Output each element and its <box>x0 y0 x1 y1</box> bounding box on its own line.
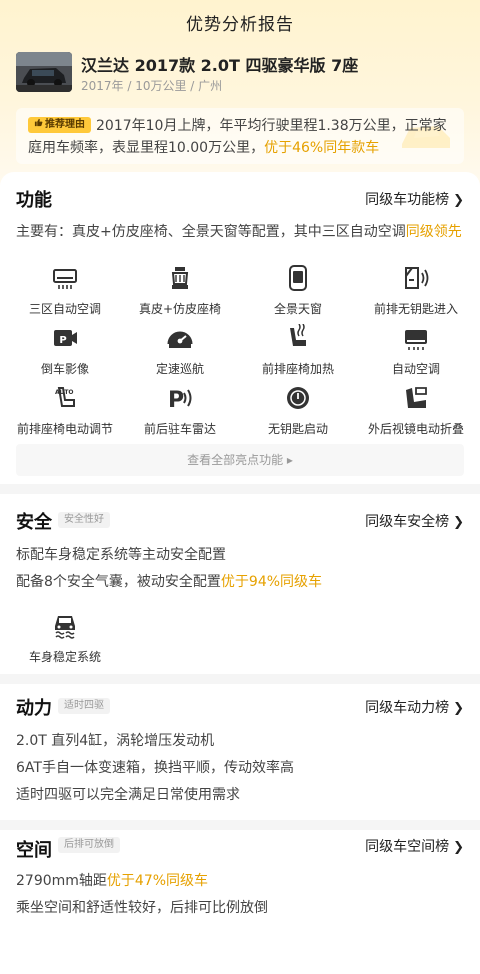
power-line-2: 6AT手自一体变速箱，换挡平顺，传动效率高 <box>16 760 294 776</box>
feature-item[interactable]: 外后视镜电动折叠 <box>356 384 476 437</box>
safety-feature-item[interactable]: 车身稳定系统 <box>5 612 125 665</box>
features-summary: 主要有：真皮+仿皮座椅、全景天窗等配置，其中三区自动空调同级领先 <box>16 221 462 241</box>
feature-label: 自动空调 <box>391 362 440 376</box>
section-divider <box>0 820 480 830</box>
features-summary-highlight: 同级领先 <box>405 224 462 240</box>
safety-tag: 安全性好 <box>58 512 110 528</box>
features-summary-plain: 主要有：真皮+仿皮座椅、全景天窗等配置，其中三区自动空调 <box>16 224 406 240</box>
feature-label: 前排无钥匙进入 <box>373 302 458 316</box>
safety-line-2-plain: 配备8个安全气囊，被动安全配置 <box>16 574 221 590</box>
keyless-start-icon <box>287 387 309 409</box>
seat-heating-icon <box>290 324 306 346</box>
feature-label: 车身稳定系统 <box>28 650 101 664</box>
section-divider <box>0 674 480 684</box>
feature-label: 前排座椅电动调节 <box>16 422 113 436</box>
reverse-camera-icon: P <box>54 330 77 346</box>
feature-label: 前排座椅加热 <box>261 362 334 376</box>
feature-item[interactable]: P 倒车影像 <box>5 324 125 377</box>
panoramic-sunroof-icon <box>289 265 307 291</box>
space-rank-link[interactable]: 同级车空间榜 ❯ <box>365 836 464 856</box>
parking-radar-icon: P <box>168 388 192 412</box>
power-line-1: 2.0T 直列4缸，涡轮增压发动机 <box>16 733 215 749</box>
view-all-features-button[interactable]: 查看全部亮点功能 ▸ <box>16 444 464 476</box>
feature-item[interactable]: 无钥匙启动 <box>238 384 358 437</box>
keyless-entry-icon <box>405 267 429 289</box>
power-title: 动力 <box>16 698 52 719</box>
space-line-1-plain: 2790mm轴距 <box>16 873 107 889</box>
power-section: 动力 适时四驱 同级车动力榜 ❯ 2.0T 直列4缸，涡轮增压发动机 6AT手自一… <box>0 684 480 820</box>
space-tag: 后排可放倒 <box>58 837 120 853</box>
auto-ac-icon <box>405 330 427 350</box>
chevron-right-icon: ❯ <box>453 701 464 716</box>
car-meta: 2017年 / 10万公里 / 广州 <box>81 79 223 93</box>
car-name: 汉兰达 2017款 2.0T 四驱豪华版 7座 <box>81 56 359 75</box>
safety-line-2: 配备8个安全气囊，被动安全配置优于94%同级车 <box>16 571 322 591</box>
space-line-1-highlight: 优于47%同级车 <box>106 873 209 889</box>
space-title: 空间 <box>16 840 52 861</box>
feature-label: 无钥匙启动 <box>267 422 328 436</box>
features-rank-link[interactable]: 同级车功能榜 ❯ <box>365 189 464 209</box>
recommend-text: 2017年10月上牌，年平均行驶里程1.38万公里，正常家庭用车频率，表显里程1… <box>28 115 458 159</box>
feature-label: 倒车影像 <box>40 362 89 376</box>
feature-item[interactable]: 三区自动空调 <box>5 264 125 317</box>
recommend-text-highlight: 优于46%同年款车 <box>264 140 380 156</box>
section-divider <box>0 484 480 494</box>
leather-seat-icon <box>171 267 189 289</box>
stability-control-icon <box>55 616 75 639</box>
svg-text:P: P <box>59 335 66 346</box>
feature-item[interactable]: 前排无钥匙进入 <box>356 264 476 317</box>
power-rank-label: 同级车动力榜 <box>365 700 450 716</box>
power-rank-link[interactable]: 同级车动力榜 ❯ <box>365 697 464 717</box>
feature-label: 真皮+仿皮座椅 <box>138 302 222 316</box>
feature-item[interactable]: 全景天窗 <box>238 264 358 317</box>
feature-label: 前后驻车雷达 <box>143 422 216 436</box>
features-section: 功能 同级车功能榜 ❯ 主要有：真皮+仿皮座椅、全景天窗等配置，其中三区自动空调同… <box>0 172 480 484</box>
safety-rank-label: 同级车安全榜 <box>365 514 450 530</box>
safety-section: 安全 安全性好 同级车安全榜 ❯ 标配车身稳定系统等主动安全配置 配备8个安全气囊… <box>0 494 480 674</box>
car-thumbnail[interactable] <box>16 52 72 92</box>
feature-item[interactable]: 真皮+仿皮座椅 <box>120 264 240 317</box>
safety-line-1: 标配车身稳定系统等主动安全配置 <box>16 547 226 563</box>
power-tag: 适时四驱 <box>58 698 110 714</box>
feature-item[interactable]: 前排座椅加热 <box>238 324 358 377</box>
power-seat-icon: AUTO <box>55 387 75 407</box>
features-title: 功能 <box>16 190 52 211</box>
hero-header: 优势分析报告 汉兰达 2017款 2.0T 四驱豪华版 7座 2017年 / 1… <box>0 0 480 190</box>
chevron-right-icon: ❯ <box>453 840 464 855</box>
feature-item[interactable]: P 前后驻车雷达 <box>120 384 240 437</box>
recommend-box: 推荐理由 2017年10月上牌，年平均行驶里程1.38万公里，正常家庭用车频率，… <box>16 108 464 164</box>
feature-label: 定速巡航 <box>155 362 204 376</box>
chevron-right-icon: ❯ <box>453 515 464 530</box>
features-rank-label: 同级车功能榜 <box>365 192 450 208</box>
power-line-3: 适时四驱可以完全满足日常使用需求 <box>16 787 240 803</box>
caret-right-icon: ▸ <box>286 453 293 467</box>
svg-text:AUTO: AUTO <box>55 389 74 396</box>
page-title: 优势分析报告 <box>186 15 294 35</box>
space-line-1: 2790mm轴距优于47%同级车 <box>16 870 208 890</box>
feature-label: 全景天窗 <box>273 302 322 316</box>
safety-line-2-highlight: 优于94%同级车 <box>220 574 323 590</box>
mirror-fold-icon <box>406 387 427 408</box>
safety-rank-link[interactable]: 同级车安全榜 ❯ <box>365 511 464 531</box>
feature-item[interactable]: AUTO 前排座椅电动调节 <box>5 384 125 437</box>
svg-text:P: P <box>168 388 184 412</box>
ac-three-zone-icon <box>53 269 77 289</box>
space-section: 空间 后排可放倒 同级车空间榜 ❯ 2790mm轴距优于47%同级车 乘坐空间和舒… <box>0 830 480 974</box>
chevron-right-icon: ❯ <box>453 193 464 208</box>
recommend-text-plain: 2017年10月上牌，年平均行驶里程1.38万公里，正常家庭用车频率，表显里程1… <box>28 118 447 156</box>
safety-title: 安全 <box>16 512 52 533</box>
feature-label: 三区自动空调 <box>28 302 101 316</box>
feature-item[interactable]: 定速巡航 <box>120 324 240 377</box>
feature-label: 外后视镜电动折叠 <box>367 422 464 436</box>
view-all-label: 查看全部亮点功能 <box>187 453 284 467</box>
space-rank-label: 同级车空间榜 <box>365 839 450 855</box>
feature-item[interactable]: 自动空调 <box>356 324 476 377</box>
cruise-control-icon <box>167 331 193 348</box>
space-line-2: 乘坐空间和舒适性较好，后排可比例放倒 <box>16 900 268 916</box>
